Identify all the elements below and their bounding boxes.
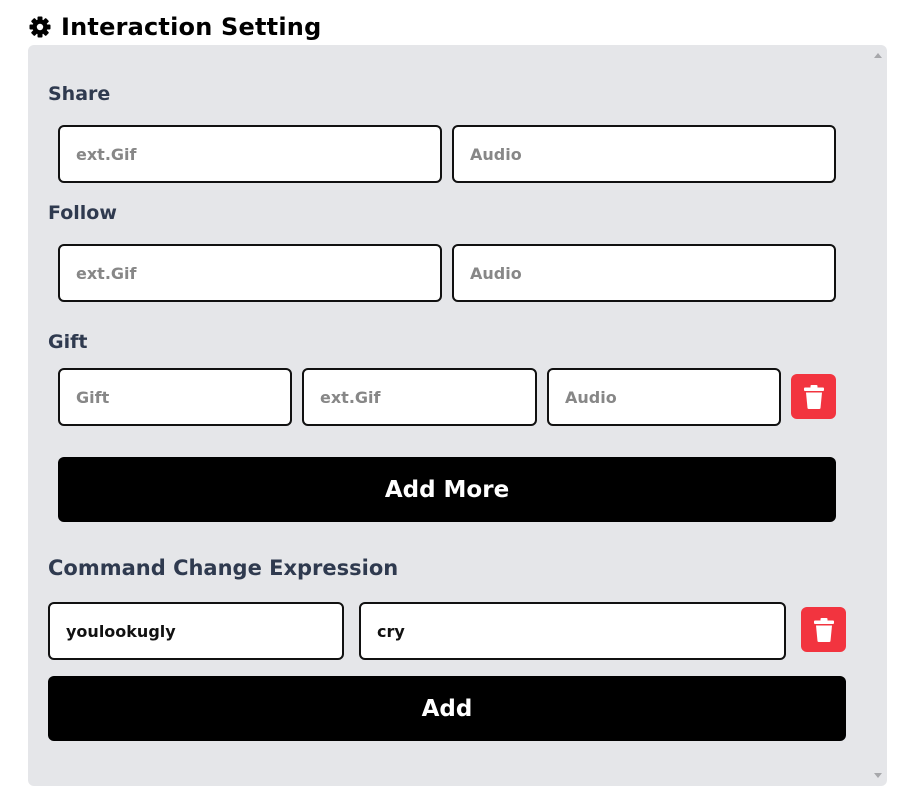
scroll-up-arrow-icon[interactable] xyxy=(874,53,882,58)
trash-icon xyxy=(803,384,824,409)
gift-gif-input[interactable] xyxy=(302,368,537,426)
gift-label: Gift xyxy=(48,331,88,353)
command-input[interactable] xyxy=(48,602,344,660)
delete-gift-button[interactable] xyxy=(791,374,836,419)
follow-gif-input[interactable] xyxy=(58,244,442,302)
section-header: Interaction Setting xyxy=(28,12,321,42)
add-command-button[interactable]: Add xyxy=(48,676,846,741)
settings-panel[interactable]: Share Follow Gift Add More Command Chang… xyxy=(28,45,887,786)
share-audio-input[interactable] xyxy=(452,125,836,183)
add-more-button[interactable]: Add More xyxy=(58,457,836,522)
page-title: Interaction Setting xyxy=(61,13,322,41)
gift-name-input[interactable] xyxy=(58,368,292,426)
delete-command-button[interactable] xyxy=(801,607,846,652)
command-change-expression-label: Command Change Expression xyxy=(48,556,399,580)
gear-icon xyxy=(28,15,52,39)
follow-label: Follow xyxy=(48,202,117,224)
scroll-down-arrow-icon[interactable] xyxy=(874,773,882,778)
expression-input[interactable] xyxy=(359,602,786,660)
share-label: Share xyxy=(48,83,111,105)
trash-icon xyxy=(813,617,834,642)
gift-audio-input[interactable] xyxy=(547,368,781,426)
share-gif-input[interactable] xyxy=(58,125,442,183)
follow-audio-input[interactable] xyxy=(452,244,836,302)
